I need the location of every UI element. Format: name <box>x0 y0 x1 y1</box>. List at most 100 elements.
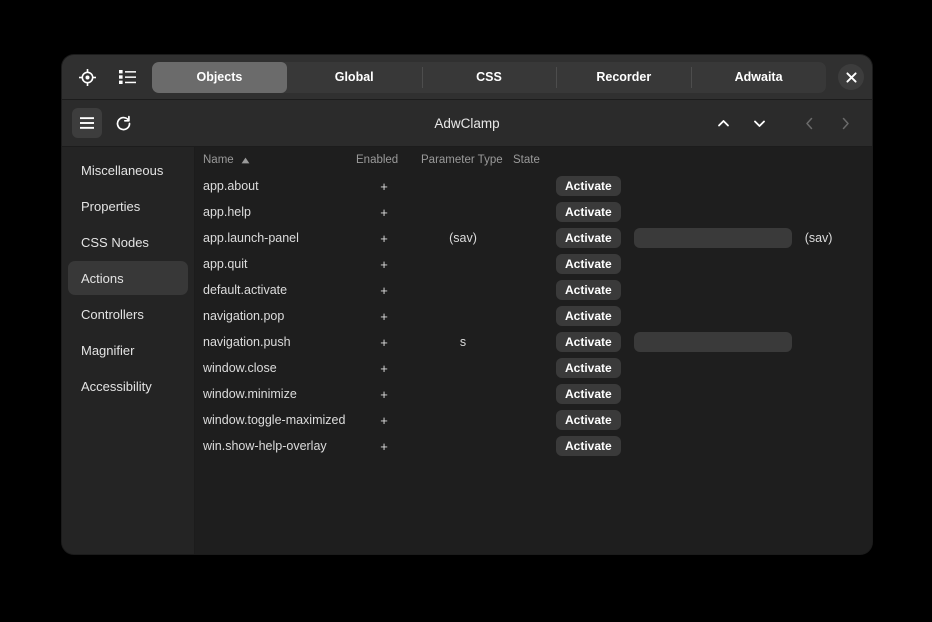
sidebar-item-accessibility[interactable]: Accessibility <box>68 369 188 403</box>
sort-ascending-icon <box>241 157 250 164</box>
table-row[interactable]: win.show-help-overlay+Activate <box>195 433 872 459</box>
column-header-enabled-label: Enabled <box>356 154 398 166</box>
enabled-plus-icon: + <box>380 310 388 323</box>
tab-label: CSS <box>476 70 502 84</box>
cell-enabled: + <box>353 388 415 401</box>
cell-activate: Activate <box>553 358 872 378</box>
enabled-plus-icon: + <box>380 388 388 401</box>
tab-label: Global <box>335 70 374 84</box>
activate-button[interactable]: Activate <box>556 358 621 378</box>
cell-action-name: navigation.push <box>195 335 353 349</box>
activate-button[interactable]: Activate <box>556 176 621 196</box>
cell-action-name: navigation.pop <box>195 309 353 323</box>
cell-activate: Activate <box>553 254 872 274</box>
activate-button[interactable]: Activate <box>556 306 621 326</box>
activate-button[interactable]: Activate <box>556 280 621 300</box>
tab-recorder[interactable]: Recorder <box>556 62 691 93</box>
column-header-parameter-type-label: Parameter Type <box>421 154 503 166</box>
cell-enabled: + <box>353 414 415 427</box>
tab-label: Objects <box>196 70 242 84</box>
cell-enabled: + <box>353 362 415 375</box>
enabled-plus-icon: + <box>380 232 388 245</box>
activate-button[interactable]: Activate <box>556 384 621 404</box>
cell-activate: Activate <box>553 332 872 352</box>
table-row[interactable]: window.close+Activate <box>195 355 872 381</box>
cell-enabled: + <box>353 310 415 323</box>
tab-css[interactable]: CSS <box>422 62 557 93</box>
sidebar-item-magnifier[interactable]: Magnifier <box>68 333 188 367</box>
refresh-icon[interactable] <box>108 108 138 138</box>
tab-label: Recorder <box>596 70 651 84</box>
enabled-plus-icon: + <box>380 440 388 453</box>
object-list-icon[interactable] <box>112 62 142 92</box>
activate-button[interactable]: Activate <box>556 254 621 274</box>
column-header-state[interactable]: State <box>511 154 553 166</box>
cell-action-name: default.activate <box>195 283 353 297</box>
navigate-back-button[interactable] <box>794 108 824 138</box>
cell-activate: Activate <box>553 306 872 326</box>
inspector-window: Objects Global CSS Recorder Adwaita <box>62 55 872 554</box>
tab-objects[interactable]: Objects <box>152 62 287 93</box>
inspector-tabbar: Objects Global CSS Recorder Adwaita <box>62 55 872 100</box>
cell-parameter-type: s <box>415 335 511 349</box>
table-row[interactable]: app.help+Activate <box>195 199 872 225</box>
activate-button[interactable]: Activate <box>556 410 621 430</box>
parameter-type-hint: (sav) <box>805 231 833 245</box>
activate-button[interactable]: Activate <box>556 228 621 248</box>
enabled-plus-icon: + <box>380 362 388 375</box>
sidebar-item-label: Miscellaneous <box>81 163 163 178</box>
cell-activate: Activate <box>553 202 872 222</box>
move-up-button[interactable] <box>708 108 738 138</box>
cell-enabled: + <box>353 284 415 297</box>
close-icon[interactable] <box>838 64 864 90</box>
headerbar-right-controls <box>708 108 860 138</box>
tab-global[interactable]: Global <box>287 62 422 93</box>
parameter-input[interactable] <box>634 228 792 248</box>
column-header-enabled[interactable]: Enabled <box>353 154 415 166</box>
cell-enabled: + <box>353 258 415 271</box>
cell-enabled: + <box>353 180 415 193</box>
inspector-sidebar: Miscellaneous Properties CSS Nodes Actio… <box>62 147 195 554</box>
sidebar-item-miscellaneous[interactable]: Miscellaneous <box>68 153 188 187</box>
parameter-input[interactable] <box>634 332 792 352</box>
activate-button[interactable]: Activate <box>556 202 621 222</box>
table-row[interactable]: navigation.push + s Activate <box>195 329 872 355</box>
sidebar-item-label: Controllers <box>81 307 144 322</box>
table-row[interactable]: app.quit + Activate <box>195 251 872 277</box>
navigate-forward-button[interactable] <box>830 108 860 138</box>
page-headerbar: AdwClamp <box>62 100 872 147</box>
enabled-plus-icon: + <box>380 258 388 271</box>
cell-enabled: + <box>353 206 415 219</box>
window-body: Miscellaneous Properties CSS Nodes Actio… <box>62 147 872 554</box>
tab-adwaita[interactable]: Adwaita <box>691 62 826 93</box>
column-header-parameter-type[interactable]: Parameter Type <box>415 154 511 166</box>
table-row[interactable]: window.toggle-maximized+ Activate <box>195 407 872 433</box>
cell-action-name: window.toggle-maximized <box>195 413 353 427</box>
enabled-plus-icon: + <box>380 180 388 193</box>
activate-button[interactable]: Activate <box>556 436 621 456</box>
cell-enabled: + <box>353 336 415 349</box>
table-row[interactable]: app.about+Activate <box>195 173 872 199</box>
sidebar-item-css-nodes[interactable]: CSS Nodes <box>68 225 188 259</box>
sidebar-item-actions[interactable]: Actions <box>68 261 188 295</box>
sidebar-item-controllers[interactable]: Controllers <box>68 297 188 331</box>
cell-action-name: app.quit <box>195 257 353 271</box>
move-down-button[interactable] <box>744 108 774 138</box>
sidebar-item-properties[interactable]: Properties <box>68 189 188 223</box>
column-header-name[interactable]: Name <box>195 154 353 166</box>
cell-activate: Activate <box>553 436 872 456</box>
sidebar-item-label: Actions <box>81 271 124 286</box>
enabled-plus-icon: + <box>380 336 388 349</box>
table-row[interactable]: navigation.pop + Activate <box>195 303 872 329</box>
inspector-tabs: Objects Global CSS Recorder Adwaita <box>152 62 826 93</box>
activate-button[interactable]: Activate <box>556 332 621 352</box>
table-row[interactable]: window.minimize+Activate <box>195 381 872 407</box>
hamburger-menu-icon[interactable] <box>72 108 102 138</box>
sidebar-item-label: Accessibility <box>81 379 152 394</box>
column-header-state-label: State <box>513 154 540 166</box>
table-row[interactable]: app.launch-panel+(sav)Activate(sav) <box>195 225 872 251</box>
sidebar-item-label: Properties <box>81 199 140 214</box>
crosshair-target-icon[interactable] <box>72 62 102 92</box>
table-row[interactable]: default.activate+ Activate <box>195 277 872 303</box>
sidebar-item-label: CSS Nodes <box>81 235 149 250</box>
